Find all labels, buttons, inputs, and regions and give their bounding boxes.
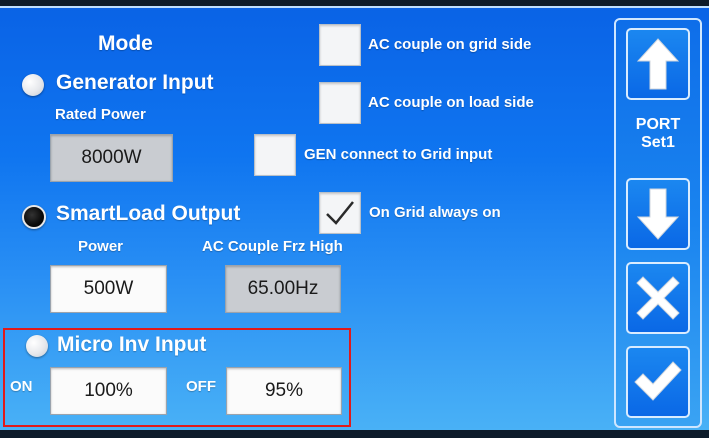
ac-couple-load-side-checkbox[interactable] [319, 82, 361, 124]
sidebar-panel: PORT Set1 [614, 18, 702, 428]
micro-inv-off-label: OFF [186, 378, 216, 395]
ac-couple-grid-side-checkbox[interactable] [319, 24, 361, 66]
rated-power-label: Rated Power [55, 106, 146, 123]
micro-inv-on-field[interactable]: 100% [50, 367, 167, 415]
page-down-button[interactable] [626, 178, 690, 250]
ac-couple-load-side-label: AC couple on load side [368, 94, 534, 111]
cancel-button[interactable] [626, 262, 690, 334]
smartload-output-label: SmartLoad Output [56, 202, 241, 225]
arrow-up-icon [636, 38, 680, 90]
gen-connect-grid-checkbox[interactable] [254, 134, 296, 176]
micro-inv-input-radio[interactable] [26, 335, 48, 357]
page-up-button[interactable] [626, 28, 690, 100]
generator-input-label: Generator Input [56, 71, 214, 94]
micro-inv-off-field[interactable]: 95% [226, 367, 342, 415]
mode-title: Mode [98, 32, 153, 55]
on-grid-always-on-label: On Grid always on [369, 204, 501, 221]
checkmark-icon [326, 201, 354, 225]
ac-couple-frz-high-field[interactable]: 65.00Hz [225, 265, 341, 313]
smartload-power-field[interactable]: 500W [50, 265, 167, 313]
port-label: PORT [635, 116, 681, 133]
confirm-button[interactable] [626, 346, 690, 418]
ac-couple-grid-side-label: AC couple on grid side [368, 36, 532, 53]
micro-inv-input-label: Micro Inv Input [57, 333, 207, 356]
smartload-power-label: Power [78, 238, 124, 255]
close-icon [636, 276, 680, 320]
on-grid-always-on-checkbox[interactable] [319, 192, 361, 234]
ac-couple-frz-high-label: AC Couple Frz High [202, 238, 343, 255]
settings-screen: Mode Generator Input Rated Power 8000W S… [0, 6, 709, 430]
port-set-label: Set1 [641, 134, 675, 151]
arrow-down-icon [636, 188, 680, 240]
checkmark-confirm-icon [634, 361, 682, 401]
micro-inv-on-label: ON [10, 378, 33, 395]
smartload-output-radio[interactable] [22, 205, 46, 229]
generator-input-radio[interactable] [22, 74, 44, 96]
gen-connect-grid-label: GEN connect to Grid input [304, 146, 493, 163]
rated-power-field[interactable]: 8000W [50, 134, 173, 182]
